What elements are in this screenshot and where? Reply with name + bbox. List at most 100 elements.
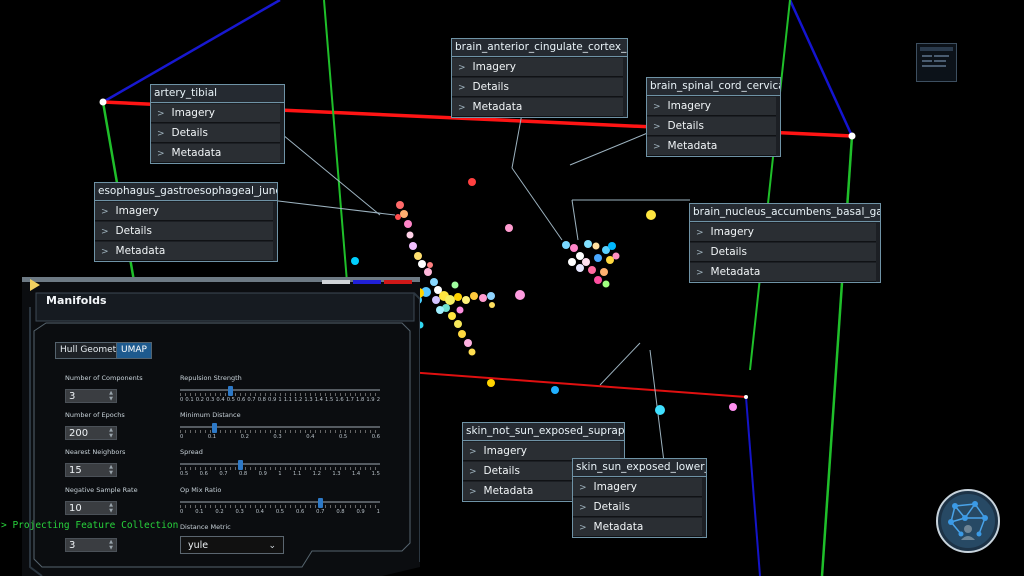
spread-slider[interactable]: 0.5 0.6 0.7 0.8 0.9 1 1.1 1.2 1.3 1.4 1.5 <box>180 460 380 480</box>
menu-item-label: Metadata <box>710 266 761 278</box>
slider-tick-label: 0.8 <box>336 509 345 515</box>
spinner-arrows-icon[interactable]: ▲ ▼ <box>109 390 113 402</box>
negative-sample-rate-label: Negative Sample Rate <box>65 486 138 494</box>
nearest-neighbors-label: Nearest Neighbors <box>65 448 126 456</box>
chevron-right-icon: > <box>653 102 661 112</box>
number-of-components-label: Number of Components <box>65 374 143 382</box>
chevron-right-icon: > <box>469 467 477 477</box>
slider-tick-label: 0.6 <box>371 434 380 440</box>
cluster-right <box>562 240 620 288</box>
chevron-right-icon: > <box>653 142 661 152</box>
slider-tick-label: 0.5 <box>180 471 189 477</box>
imagery-menu-item[interactable]: > Imagery <box>573 478 702 497</box>
imagery-menu-item[interactable]: > Imagery <box>690 223 876 242</box>
slider-tick-label: 2 <box>376 397 380 403</box>
slider-tick-label: 0.1 <box>207 434 217 440</box>
menu-item-label: Details <box>483 465 520 477</box>
minimap-thumbnail[interactable] <box>916 43 957 82</box>
input-value: 15 <box>69 465 82 476</box>
slider-tick-label: 0.9 <box>356 509 365 515</box>
menu-item-label: Metadata <box>593 521 644 533</box>
distance-metric-select[interactable]: yule ⌄ <box>180 536 284 554</box>
chevron-right-icon: > <box>579 483 587 493</box>
spread-label: Spread <box>180 448 203 456</box>
minimum-distance-label: Minimum Distance <box>180 411 241 419</box>
menu-item-label: Details <box>171 127 208 139</box>
slider-tick-labels: 0 0.1 0.2 0.3 0.4 0.5 0.6 0.7 0.8 0.9 1 1.1 1.2 1.3 1.… <box>180 397 380 403</box>
slider-tick-label: 1.4 <box>351 471 361 477</box>
slider-thumb[interactable] <box>228 386 233 396</box>
tissue-label-artery-tibial: artery_tibial > Imagery > Details > Metadat… <box>150 84 285 164</box>
metadata-menu-item[interactable]: > Metadata <box>452 98 623 117</box>
slider-tick-label: 1 <box>278 397 282 403</box>
details-menu-item[interactable]: > Details <box>452 78 623 97</box>
metadata-menu-item[interactable]: > Metadata <box>647 137 776 156</box>
slider-thumb[interactable] <box>318 498 323 508</box>
details-menu-item[interactable]: > Details <box>647 117 776 136</box>
slider-tick-label: 0.4 <box>306 434 315 440</box>
metadata-menu-item[interactable]: > Metadata <box>690 263 876 282</box>
imagery-menu-item[interactable]: > Imagery <box>151 104 280 123</box>
imagery-menu-item[interactable]: > Imagery <box>647 97 776 116</box>
slider-tick-label: 0.7 <box>316 509 325 515</box>
imagery-menu-item[interactable]: > Imagery <box>95 202 273 221</box>
spinner-arrows-icon[interactable]: ▲ ▼ <box>109 539 113 551</box>
hull-vertex <box>744 395 748 399</box>
slider-thumb[interactable] <box>238 460 243 470</box>
tab-umap[interactable]: UMAP <box>116 342 152 359</box>
spinner-arrows-icon[interactable]: ▲ ▼ <box>109 502 113 514</box>
slider-tick-label: 1.2 <box>312 471 321 477</box>
chevron-right-icon: > <box>696 228 704 238</box>
user-network-avatar-icon[interactable] <box>935 488 1001 554</box>
minimap-graphic <box>920 47 953 67</box>
details-menu-item[interactable]: > Details <box>690 243 876 262</box>
metadata-menu-item[interactable]: > Metadata <box>151 144 280 163</box>
number-of-epochs-input[interactable]: 200 ▲ ▼ <box>65 426 117 440</box>
slider-tick-label: 0.9 <box>258 471 267 477</box>
slider-tick-label: 0.1 <box>185 397 194 403</box>
slider-tick-label: 0.8 <box>238 471 248 477</box>
op-mix-ratio-slider[interactable]: 0 0.1 0.2 0.3 0.4 0.5 0.6 0.7 0.8 0.9 1 <box>180 498 380 518</box>
hull-edge-blue <box>788 0 854 137</box>
repulsion-strength-slider[interactable]: 0 0.1 0.2 0.3 0.4 0.5 0.6 0.7 0.8 0.9 1 1.1 1.2 1.3 1.… <box>180 386 380 406</box>
menu-item-label: Metadata <box>667 140 718 152</box>
slider-tick-label: 0.7 <box>219 471 228 477</box>
hull-vertex <box>99 98 107 106</box>
hull-edge-blue <box>745 396 761 576</box>
minimum-distance-slider[interactable]: 0 0.1 0.2 0.3 0.4 0.5 0.6 <box>180 423 380 443</box>
tissue-label-brain-nucleus-accumbens: brain_nucleus_accumbens_basal_ganglia > I… <box>689 203 881 283</box>
chevron-right-icon: > <box>458 83 466 93</box>
imagery-menu-item[interactable]: > Imagery <box>452 58 623 77</box>
chevron-right-icon: > <box>696 248 704 258</box>
slider-tick-label: 0.4 <box>255 509 264 515</box>
details-menu-item[interactable]: > Details <box>151 124 280 143</box>
panel-title: Manifolds <box>46 294 107 307</box>
metadata-menu-item[interactable]: > Metadata <box>573 518 702 537</box>
slider-tick-label: 0.5 <box>338 434 348 440</box>
spinner-arrows-icon[interactable]: ▲ ▼ <box>109 427 113 439</box>
menu-item-label: Metadata <box>472 101 523 113</box>
local-connectivity-input[interactable]: 3 ▲ ▼ <box>65 538 117 552</box>
chevron-right-icon: > <box>579 523 587 533</box>
nearest-neighbors-input[interactable]: 15 ▲ ▼ <box>65 463 117 477</box>
input-value: 200 <box>69 428 89 439</box>
menu-item-label: Metadata <box>115 245 166 257</box>
spinner-arrows-icon[interactable]: ▲ ▼ <box>109 464 113 476</box>
menu-item-label: Imagery <box>115 205 159 217</box>
menu-item-label: Metadata <box>483 485 534 497</box>
metadata-menu-item[interactable]: > Metadata <box>95 242 273 261</box>
slider-tick-labels: 0.5 0.6 0.7 0.8 0.9 1 1.1 1.2 1.3 1.4 1.5 <box>180 471 380 477</box>
slider-tick-label: 0.1 <box>195 509 204 515</box>
negative-sample-rate-input[interactable]: 10 ▲ ▼ <box>65 501 117 515</box>
details-menu-item[interactable]: > Details <box>95 222 273 241</box>
number-of-components-input[interactable]: 3 ▲ ▼ <box>65 389 117 403</box>
slider-tick-label: 0.7 <box>247 397 256 403</box>
input-value: 3 <box>69 540 76 551</box>
details-menu-item[interactable]: > Details <box>573 498 702 517</box>
slider-tick-label: 1.8 <box>356 397 365 403</box>
chevron-right-icon: > <box>157 149 165 159</box>
chevron-right-icon: > <box>157 129 165 139</box>
slider-tick-label: 1.7 <box>345 397 354 403</box>
slider-tick-label: 0.5 <box>226 397 235 403</box>
slider-thumb[interactable] <box>212 423 217 433</box>
